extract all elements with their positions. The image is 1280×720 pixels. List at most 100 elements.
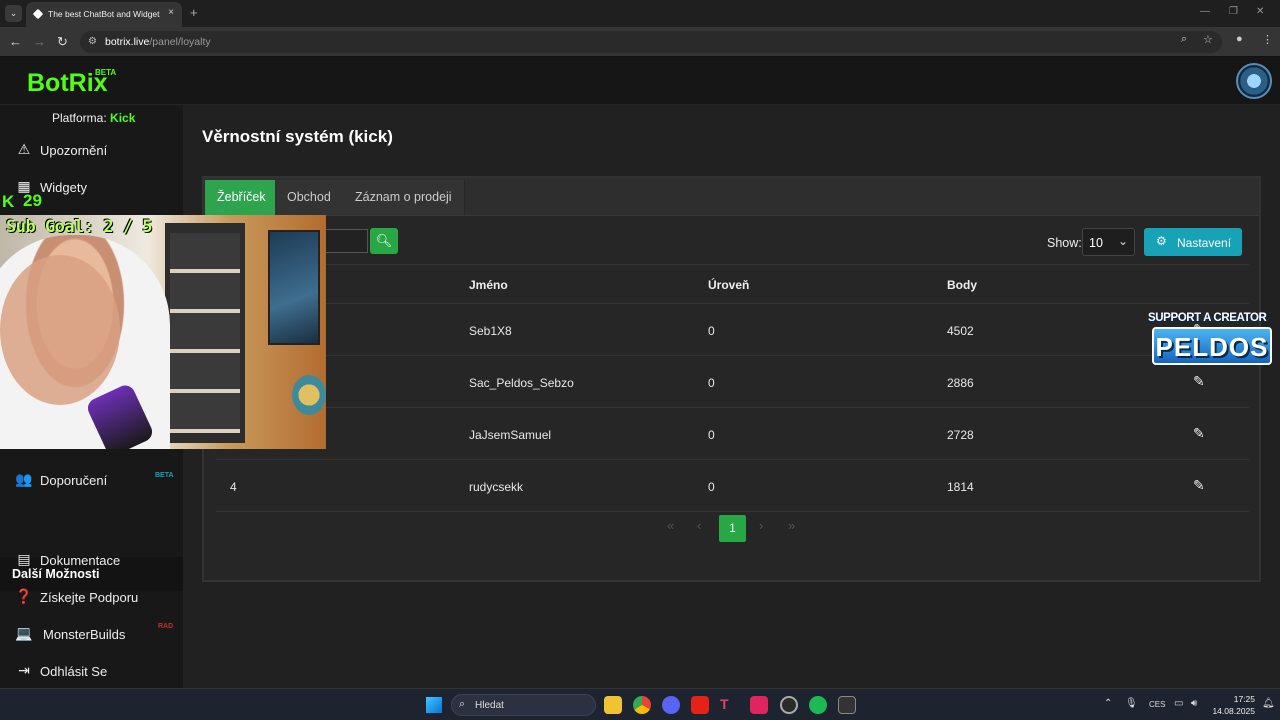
pencil-icon[interactable]: ✎ <box>1193 373 1205 390</box>
volume-icon[interactable]: 🔊︎ <box>1191 698 1197 709</box>
cell-level: 0 <box>708 324 715 338</box>
tab-sales-log[interactable]: Záznam o prodeji <box>343 180 465 215</box>
close-window-icon[interactable]: ✕ <box>1256 6 1264 17</box>
gears-icon: ⚙ <box>1156 234 1167 248</box>
profile-icon[interactable]: ● <box>1236 33 1243 45</box>
tab-close-icon[interactable]: × <box>168 7 174 18</box>
pagination: « ‹ 1 › » <box>204 508 1259 548</box>
sidebar-item-label: Dokumentace <box>40 553 121 568</box>
youtube-icon[interactable] <box>691 696 709 714</box>
cell-rank: 4 <box>230 480 237 494</box>
pencil-icon[interactable]: ✎ <box>1193 477 1205 494</box>
last-page-icon[interactable]: » <box>788 518 795 533</box>
sidebar-item-label: Doporučení <box>40 473 108 488</box>
browser-menu-icon[interactable]: ⋮ <box>1262 33 1273 46</box>
microphone-icon[interactable]: 🎙︎ <box>1125 698 1138 709</box>
taskbar-search[interactable]: ⌕ Hledat <box>451 694 596 716</box>
forward-icon[interactable]: → <box>33 34 46 49</box>
sidebar-item-label: Odhlásit Se <box>40 664 108 679</box>
settings-button[interactable]: ⚙ Nastavení <box>1144 228 1242 256</box>
sidebar-item-label: MonsterBuilds <box>43 627 126 642</box>
sidebar-item-alerts[interactable]: ⚠ Upozornění <box>0 133 183 167</box>
next-page-icon[interactable]: › <box>759 518 763 533</box>
bookmark-star-icon[interactable]: ☆ <box>1203 33 1213 46</box>
tray-chevron-up-icon[interactable]: ⌃ <box>1104 698 1112 709</box>
table-row: Seb1X8 0 4502 ✎ <box>216 304 1249 356</box>
reload-icon[interactable]: ↻ <box>57 34 68 50</box>
sidebar-item-referrals[interactable]: 👥 Doporučení BETA <box>0 463 183 497</box>
keyboard-language[interactable]: CES <box>1149 700 1165 709</box>
cell-points: 2728 <box>947 428 974 442</box>
page-title: Věrnostní systém (kick) <box>202 127 393 146</box>
cell-points: 2886 <box>947 376 974 390</box>
sub-goal-text: Sub Goal: 2 / 5 <box>6 217 153 237</box>
zoom-icon[interactable]: ⌕ <box>1181 33 1187 46</box>
address-bar-row: ← → ↻ ⚙ botrix.live/panel/loyalty ⌕ ☆ ● … <box>0 27 1280 57</box>
table-row: Sac_Peldos_Sebzo 0 2886 ✎ <box>216 356 1249 408</box>
spotify-icon[interactable] <box>809 696 827 714</box>
logout-icon: ⇥ <box>18 662 30 678</box>
sidebar-item-logout[interactable]: ⇥ Odhlásit Se <box>0 654 183 688</box>
chevron-down-icon: ⌄ <box>1117 234 1128 248</box>
pencil-icon[interactable]: ✎ <box>1193 425 1205 442</box>
page-size-value: 10 <box>1089 236 1103 250</box>
sub-count: 29 <box>23 191 42 210</box>
sidebar-item-docs[interactable]: ▤ Dokumentace <box>0 543 183 577</box>
typing-app-icon[interactable]: T <box>720 696 738 714</box>
cell-name: Seb1X8 <box>469 324 512 338</box>
webcam-plant <box>292 375 326 415</box>
platform-indicator: Platforma: Kick <box>52 111 135 125</box>
settings-label: Nastavení <box>1177 236 1232 250</box>
prev-page-icon[interactable]: ‹ <box>697 518 701 533</box>
page-current[interactable]: 1 <box>719 515 746 542</box>
sidebar-item-support[interactable]: ❓ Získejte Podporu <box>0 580 183 614</box>
tab-shop[interactable]: Obchod <box>275 180 344 215</box>
cell-level: 0 <box>708 376 715 390</box>
minimize-icon[interactable]: — <box>1200 6 1210 17</box>
browser-tab[interactable]: The best ChatBot and Widgets × <box>26 2 182 27</box>
column-header-name[interactable]: Jméno <box>469 278 508 292</box>
network-icon[interactable]: ▭ <box>1174 698 1183 709</box>
kick-logo-icon: K <box>2 192 15 211</box>
taskbar-clock[interactable]: 17:25 14.08.2025 <box>1210 693 1255 717</box>
clock-time: 17:25 <box>1233 694 1255 704</box>
users-icon: 👥 <box>15 471 33 487</box>
webcam-hand <box>0 255 120 405</box>
restore-icon[interactable]: ❐ <box>1229 6 1238 17</box>
search-button[interactable]: 🔍︎ <box>370 228 398 254</box>
cell-level: 0 <box>708 480 715 494</box>
webcam-poster <box>268 230 320 345</box>
first-page-icon[interactable]: « <box>667 518 674 533</box>
loyalty-card: Žebříček Obchod Záznam o prodeji 🔍︎ Show… <box>202 176 1261 582</box>
column-header-points[interactable]: Body <box>947 278 977 292</box>
top-navbar: BotRix BETA <box>0 57 1280 105</box>
windows-start-icon[interactable] <box>426 697 442 713</box>
site-info-icon[interactable]: ⚙ <box>88 36 97 47</box>
taskbar-search-placeholder: Hledat <box>475 700 504 711</box>
new-tab-icon[interactable]: + <box>190 5 198 20</box>
page-size-select[interactable]: 10 ⌄ <box>1082 228 1135 256</box>
sidebar-item-monsterbuilds[interactable]: 💻 MonsterBuilds RAD <box>0 617 183 651</box>
webcam-shelf <box>165 223 245 443</box>
creator-badge-top: SUPPORT A CREATOR <box>1148 312 1267 324</box>
cell-name: JaJsemSamuel <box>469 428 552 442</box>
logo-beta-badge: BETA <box>95 68 117 77</box>
notification-bell-icon[interactable]: 🔔︎ <box>1262 698 1275 709</box>
tab-leaderboard[interactable]: Žebříček <box>205 180 279 215</box>
support-creator-badge: SUPPORT A CREATOR PELDOS <box>1146 311 1276 367</box>
rad-badge: RAD <box>158 623 174 630</box>
platform-label: Platforma: <box>52 111 107 125</box>
discord-icon[interactable] <box>662 696 680 714</box>
cell-level: 0 <box>708 428 715 442</box>
epic-games-icon[interactable] <box>838 696 856 714</box>
tiktok-icon[interactable] <box>750 696 768 714</box>
clock-date: 14.08.2025 <box>1212 706 1255 716</box>
user-avatar[interactable] <box>1236 63 1272 99</box>
column-header-level[interactable]: Úroveň <box>708 278 749 292</box>
obs-icon[interactable] <box>780 696 798 714</box>
url-field[interactable]: ⚙ botrix.live/panel/loyalty <box>80 31 1222 53</box>
chrome-icon[interactable] <box>633 696 651 714</box>
file-explorer-icon[interactable] <box>604 696 622 714</box>
tab-search-button[interactable]: ⌄ <box>5 5 22 22</box>
back-icon[interactable]: ← <box>9 34 22 49</box>
